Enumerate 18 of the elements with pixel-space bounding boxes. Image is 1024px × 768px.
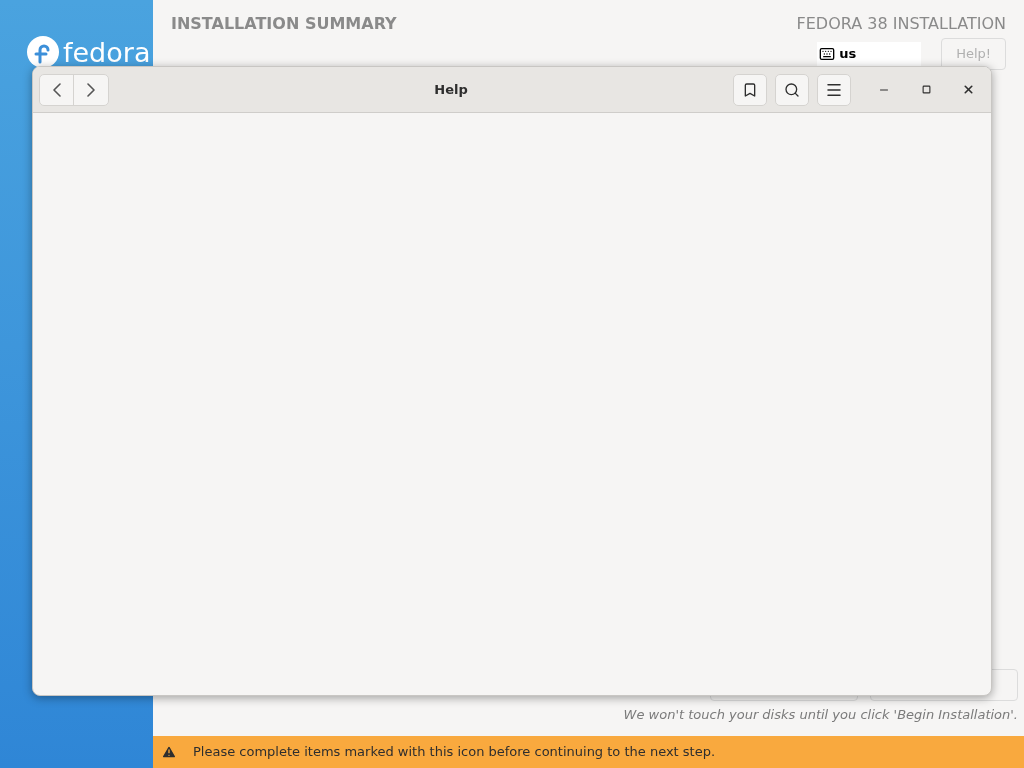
window-title: Help <box>433 80 469 99</box>
page-title: INSTALLATION SUMMARY <box>171 13 397 35</box>
keyboard-indicator[interactable]: us <box>817 42 922 66</box>
search-button[interactable] <box>775 73 809 106</box>
bookmark-icon <box>742 81 758 98</box>
warning-message: Please complete items marked with this icon before continuing to the next step. <box>193 743 716 762</box>
maximize-icon <box>921 85 931 94</box>
menu-button[interactable] <box>817 73 851 106</box>
disk-note: We won't touch your disks until you click 'Begin Installation'. <box>623 705 1018 724</box>
warning-icon <box>161 744 177 760</box>
search-icon <box>784 81 800 98</box>
keyboard-icon <box>819 46 836 62</box>
product-title: FEDORA 38 INSTALLATION <box>796 13 1006 35</box>
bookmark-button[interactable] <box>733 73 767 106</box>
back-icon <box>52 82 61 97</box>
forward-icon <box>87 82 95 97</box>
close-icon <box>961 83 975 96</box>
logo-text: fedora <box>63 38 151 66</box>
